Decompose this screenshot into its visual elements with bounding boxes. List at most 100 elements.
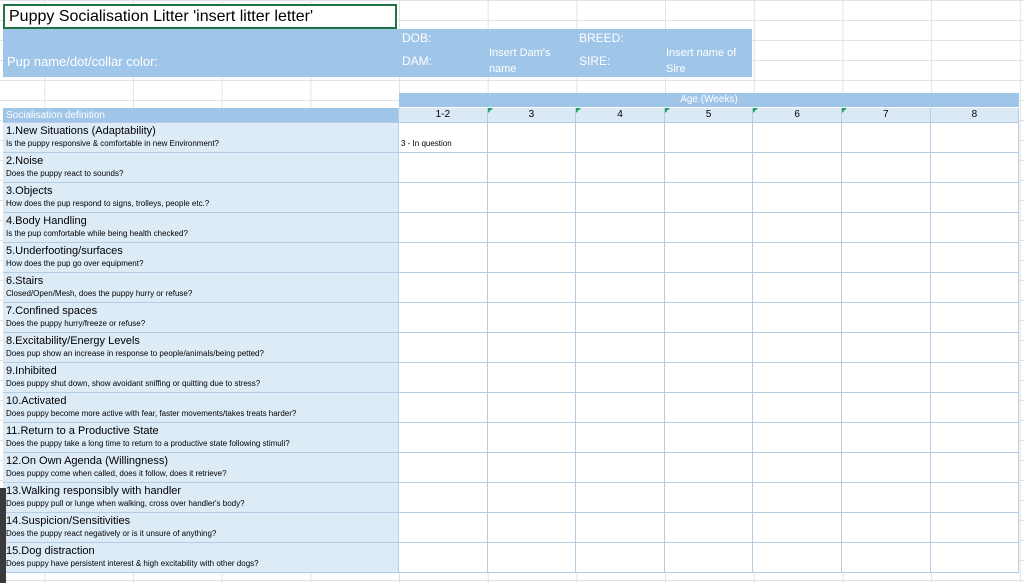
week-entry-cell[interactable] [841,273,931,303]
week-entry-cell[interactable] [841,243,931,273]
week-entry-cell[interactable] [399,273,488,303]
week-entry-cell[interactable] [576,153,665,183]
week-entry-cell[interactable] [753,483,842,513]
week-entry-cell[interactable] [576,303,665,333]
definition-cell[interactable]: 4.Body Handling Is the pup comfortable wh… [3,213,399,243]
week-entry-cell[interactable] [841,363,931,393]
definition-cell[interactable]: 15.Dog distraction Does puppy have persis… [3,543,399,573]
pup-name-label[interactable]: Pup name/dot/collar color: [7,54,158,69]
week-entry-cell[interactable] [930,363,1020,393]
week-entry-cell[interactable] [664,543,754,573]
week-header-8[interactable]: 8 [930,108,1020,123]
week-header-1-2[interactable]: 1-2 [399,108,488,123]
week-entry-cell[interactable] [576,453,665,483]
week-entry-cell[interactable] [753,423,842,453]
age-weeks-header[interactable]: Age (Weeks) [399,93,1019,107]
week-entry-cell[interactable] [487,303,577,333]
week-entry-cell[interactable] [841,453,931,483]
week-entry-cell[interactable] [664,423,754,453]
week-entry-cell[interactable] [930,513,1020,543]
week-entry-cell[interactable] [753,273,842,303]
week-entry-cell[interactable] [399,543,488,573]
week-entry-cell[interactable] [487,483,577,513]
week-entry-cell[interactable] [930,273,1020,303]
sire-label[interactable]: SIRE: [579,54,610,68]
week-entry-cell[interactable] [841,483,931,513]
week-entry-cell[interactable] [399,183,488,213]
week-entry-cell[interactable] [664,243,754,273]
week-entry-cell[interactable] [399,453,488,483]
week-entry-cell[interactable] [576,393,665,423]
week-entry-cell[interactable] [930,453,1020,483]
dam-label[interactable]: DAM: [402,54,432,68]
week-entry-cell[interactable] [930,543,1020,573]
week-entry-cell[interactable] [576,333,665,363]
week-entry-cell[interactable] [399,483,488,513]
week-entry-cell[interactable] [841,213,931,243]
week-header-5[interactable]: 5 [664,108,754,123]
week-entry-cell[interactable] [841,423,931,453]
dob-label[interactable]: DOB: [402,31,431,45]
week-entry-cell[interactable] [576,243,665,273]
week-entry-cell[interactable] [399,363,488,393]
title-cell[interactable]: Puppy Socialisation Litter 'insert litte… [3,4,397,29]
week-entry-cell[interactable] [399,513,488,543]
week-entry-cell[interactable] [930,123,1020,153]
week-entry-cell[interactable] [399,303,488,333]
week-header-3[interactable]: 3 [487,108,577,123]
week-entry-cell[interactable] [841,153,931,183]
week-entry-cell[interactable] [753,393,842,423]
week-entry-cell[interactable] [930,213,1020,243]
week-entry-cell[interactable] [664,393,754,423]
week-entry-cell[interactable] [753,303,842,333]
week-entry-cell[interactable] [753,513,842,543]
week-entry-cell[interactable] [487,393,577,423]
definition-cell[interactable]: 12.On Own Agenda (Willingness) Does puppy… [3,453,399,483]
week-entry-cell[interactable] [487,423,577,453]
week-entry-cell[interactable] [753,453,842,483]
week-entry-cell[interactable] [576,543,665,573]
week-entry-cell[interactable] [576,123,665,153]
week-entry-cell[interactable] [487,513,577,543]
definition-cell[interactable]: 9.Inhibited Does puppy shut down, show av… [3,363,399,393]
week-entry-cell[interactable] [664,213,754,243]
week-entry-cell[interactable] [930,483,1020,513]
week-entry-cell[interactable] [664,123,754,153]
definition-cell[interactable]: 7.Confined spaces Does the puppy hurry/fr… [3,303,399,333]
week-entry-cell[interactable] [930,183,1020,213]
week-entry-cell[interactable]: 3 - In question [399,123,488,153]
week-entry-cell[interactable] [930,423,1020,453]
week-entry-cell[interactable] [487,123,577,153]
week-entry-cell[interactable] [576,513,665,543]
week-entry-cell[interactable] [930,393,1020,423]
week-entry-cell[interactable] [664,153,754,183]
week-header-6[interactable]: 6 [753,108,842,123]
week-entry-cell[interactable] [841,543,931,573]
week-entry-cell[interactable] [753,333,842,363]
week-entry-cell[interactable] [841,183,931,213]
week-entry-cell[interactable] [841,333,931,363]
week-entry-cell[interactable] [664,483,754,513]
week-entry-cell[interactable] [753,213,842,243]
week-entry-cell[interactable] [930,243,1020,273]
week-entry-cell[interactable] [487,273,577,303]
breed-label[interactable]: BREED: [579,31,624,45]
week-entry-cell[interactable] [487,453,577,483]
definition-cell[interactable]: 13.Walking responsibly with handler Does … [3,483,399,513]
week-entry-cell[interactable] [399,243,488,273]
week-entry-cell[interactable] [576,363,665,393]
definition-cell[interactable]: 11.Return to a Productive State Does the … [3,423,399,453]
week-entry-cell[interactable] [841,513,931,543]
week-entry-cell[interactable] [753,543,842,573]
dam-value[interactable]: Insert Dam's name [489,45,559,77]
week-entry-cell[interactable] [487,543,577,573]
definition-cell[interactable]: 10.Activated Does puppy become more activ… [3,393,399,423]
week-header-7[interactable]: 7 [841,108,931,123]
week-entry-cell[interactable] [399,213,488,243]
week-entry-cell[interactable] [576,273,665,303]
definition-cell[interactable]: 5.Underfooting/surfaces How does the pup … [3,243,399,273]
week-entry-cell[interactable] [576,213,665,243]
week-entry-cell[interactable] [664,513,754,543]
definition-cell[interactable]: 14.Suspicion/Sensitivities Does the puppy… [3,513,399,543]
week-entry-cell[interactable] [930,333,1020,363]
